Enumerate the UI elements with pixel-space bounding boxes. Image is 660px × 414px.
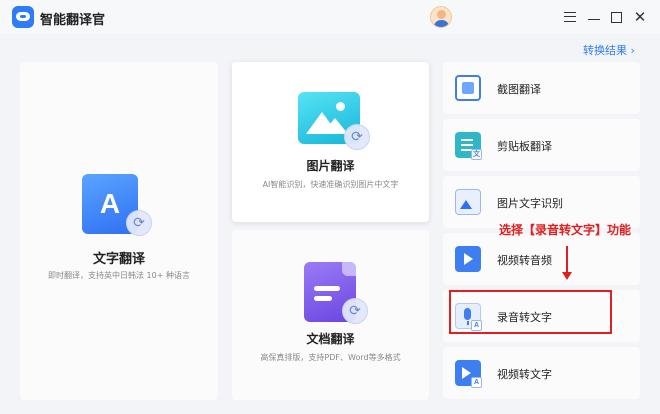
swap-badge-icon: ⟳ [344, 124, 370, 150]
doc-translate-title: 文档翻译 [306, 332, 355, 346]
tool-screenshot-translate[interactable]: 截图翻译 [443, 62, 640, 114]
user-avatar[interactable] [430, 6, 452, 28]
tool-label: 剪贴板翻译 [497, 140, 552, 153]
text-badge-icon: A [471, 377, 482, 388]
menu-icon [564, 12, 576, 22]
app-title: 智能翻译官 [40, 13, 106, 28]
instruction-annotation: 选择【录音转文字】功能 [499, 223, 632, 237]
swap-badge-icon: ⟳ [126, 210, 152, 236]
tool-video-to-text[interactable]: A 视频转文字 [443, 347, 640, 399]
translate-badge-icon: 文 [471, 149, 482, 160]
video-icon [455, 246, 481, 272]
highlight-box [449, 290, 612, 334]
image-ocr-icon [455, 189, 481, 215]
app-logo-icon [12, 6, 34, 28]
doc-translate-card[interactable]: ⟳ 文档翻译 高保真排版，支持PDF、Word等多格式 [232, 230, 429, 400]
maximize-icon [610, 11, 622, 23]
doc-translate-desc: 高保真排版，支持PDF、Word等多格式 [260, 353, 401, 362]
tool-label: 图片文字识别 [497, 197, 563, 210]
image-translate-card[interactable]: ⟳ 图片翻译 AI智能识别，快速准确识别图片中文字 [232, 62, 429, 222]
arrow-down-icon [562, 246, 572, 282]
image-translate-desc: AI智能识别，快速准确识别图片中文字 [262, 180, 399, 189]
minimize-icon [588, 18, 600, 20]
text-translate-desc: 即时翻译，支持英中日韩法 10+ 种语言 [48, 271, 190, 280]
swap-badge-icon: ⟳ [342, 298, 368, 324]
tool-label: 截图翻译 [497, 83, 541, 96]
text-translate-title: 文字翻译 [92, 252, 145, 267]
maximize-button[interactable] [606, 7, 626, 27]
image-translate-title: 图片翻译 [306, 159, 355, 173]
tool-clipboard-translate[interactable]: 文 剪贴板翻译 [443, 119, 640, 171]
text-translate-card[interactable]: A ⟳ 文字翻译 即时翻译，支持英中日韩法 10+ 种语言 [20, 62, 218, 400]
conversion-results-link[interactable]: 转换结果 › [583, 42, 635, 58]
text-translate-icon-glyph: A [99, 188, 121, 219]
tool-video-to-audio[interactable]: 视频转音频 [443, 233, 640, 285]
tool-label: 视频转音频 [497, 254, 552, 267]
minimize-button[interactable] [584, 7, 604, 27]
screenshot-translate-icon [455, 75, 481, 101]
menu-button[interactable] [560, 7, 580, 27]
title-bar: 智能翻译官 ✕ [0, 0, 660, 34]
tool-label: 视频转文字 [497, 368, 552, 381]
close-button[interactable]: ✕ [630, 7, 650, 27]
close-icon: ✕ [633, 8, 647, 26]
